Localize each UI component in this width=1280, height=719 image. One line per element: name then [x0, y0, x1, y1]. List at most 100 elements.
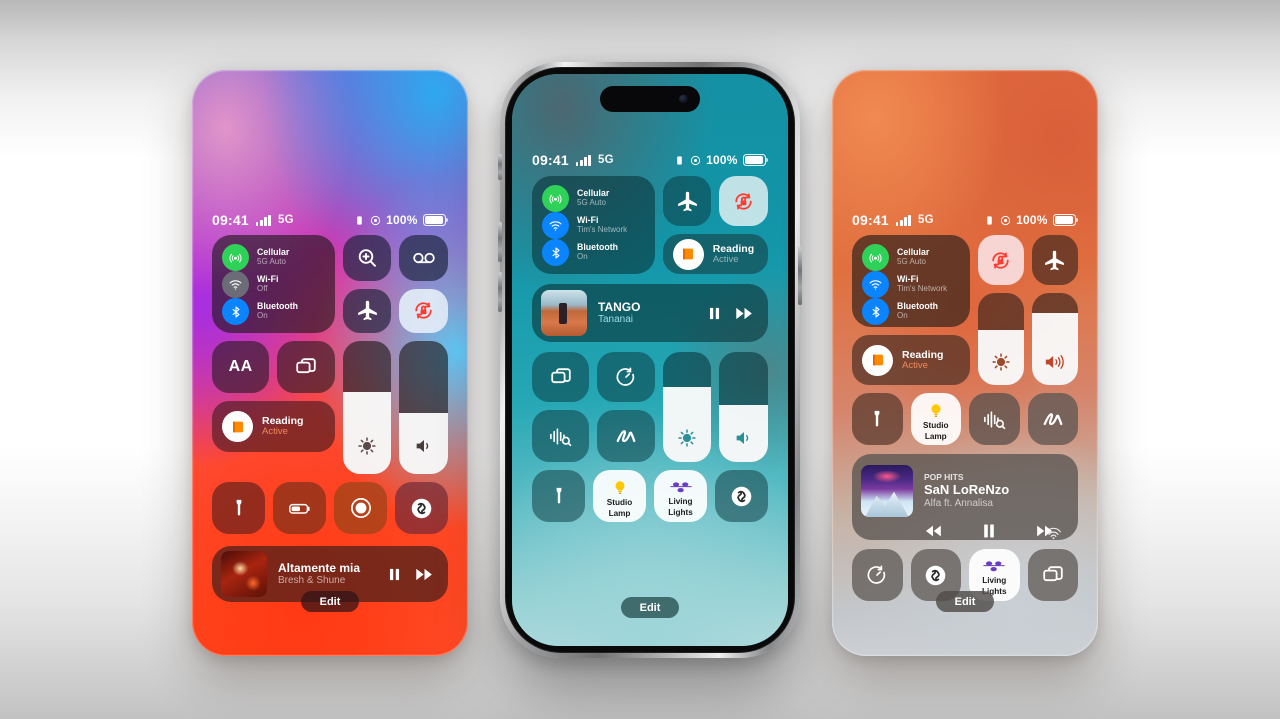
battery-percent: 100%: [706, 153, 738, 167]
focus-tile[interactable]: Reading Active: [852, 335, 970, 385]
volume-down-button[interactable]: [498, 272, 502, 312]
status-time: 09:41: [852, 212, 889, 228]
screen-mirroring-tile[interactable]: [1027, 549, 1078, 601]
pause-icon[interactable]: [980, 521, 998, 541]
screen-mirroring-icon: [296, 358, 316, 374]
edit-button[interactable]: Edit: [621, 597, 679, 618]
brightness-slider[interactable]: [342, 341, 392, 474]
screen-mirroring-tile[interactable]: [532, 352, 590, 402]
portrait-lock-icon: [677, 155, 682, 165]
brightness-slider[interactable]: [662, 352, 712, 462]
wifi-subtitle: Off: [257, 283, 268, 293]
light-strip-icon: [983, 560, 1005, 571]
wifi-row[interactable]: Wi-Fi Tim's Network: [862, 271, 960, 298]
fast-forward-icon[interactable]: [414, 564, 435, 585]
rotation-lock-icon: [415, 302, 432, 319]
connectivity-module[interactable]: Cellular 5G Auto Wi-Fi Off Bluetooth On: [212, 235, 335, 333]
battery-full-icon: [422, 214, 448, 226]
cellular-subtitle: 5G Auto: [577, 197, 606, 207]
studio-lamp-label-2: Lamp: [924, 431, 947, 441]
airplane-mode-tile[interactable]: [1031, 235, 1079, 285]
shazam-icon: [731, 486, 752, 506]
wifi-icon: [542, 212, 569, 239]
status-network: 5G: [917, 214, 934, 226]
wifi-row[interactable]: Wi-Fi Tim's Network: [542, 212, 645, 239]
media-artist: Alfa ft. Annalisa: [924, 497, 993, 509]
rotation-lock-tile[interactable]: [719, 176, 768, 226]
timer-tile[interactable]: [852, 549, 903, 601]
cellular-bars-icon: [895, 214, 911, 226]
cellular-row[interactable]: Cellular 5G Auto: [222, 244, 325, 271]
status-time: 09:41: [532, 152, 569, 168]
studio-lamp-tile[interactable]: Studio Lamp: [910, 393, 961, 445]
cellular-subtitle: 5G Auto: [257, 256, 286, 266]
flashlight-tile[interactable]: [532, 470, 585, 522]
silent-action-button[interactable]: [498, 154, 502, 180]
volume-up-button[interactable]: [498, 222, 502, 262]
screen-record-icon: [350, 498, 371, 518]
fast-forward-icon[interactable]: [734, 303, 755, 324]
power-button[interactable]: [798, 247, 802, 305]
low-power-tile[interactable]: [273, 482, 326, 534]
dynamic-island[interactable]: [600, 86, 700, 112]
quick-note-icon: [1043, 413, 1063, 426]
cellular-row[interactable]: Cellular 5G Auto: [542, 185, 645, 212]
cellular-row[interactable]: Cellular 5G Auto: [862, 244, 960, 271]
brightness-slider[interactable]: [977, 293, 1024, 385]
focus-tile[interactable]: Reading Active: [212, 401, 335, 452]
screen-record-tile[interactable]: [334, 482, 387, 534]
rotation-lock-icon: [992, 251, 1009, 269]
shazam-tile[interactable]: [395, 482, 448, 534]
quick-note-tile[interactable]: [1027, 393, 1078, 445]
text-size-tile[interactable]: AA: [212, 341, 270, 393]
bluetooth-row[interactable]: Bluetooth On: [862, 298, 960, 325]
volume-slider[interactable]: [1031, 293, 1079, 385]
phone-right: 09:41 5G 100% Cellular 5G Auto Wi-Fi Tim…: [832, 70, 1098, 656]
airplay-icon[interactable]: [1044, 522, 1063, 541]
sound-recognition-tile[interactable]: [532, 410, 590, 462]
wifi-row[interactable]: Wi-Fi Off: [222, 271, 325, 298]
bluetooth-row[interactable]: Bluetooth On: [542, 239, 645, 266]
wifi-subtitle: Tim's Network: [577, 224, 628, 234]
shazam-tile[interactable]: [715, 470, 768, 522]
volume-slider[interactable]: [719, 352, 768, 462]
quick-note-tile[interactable]: [597, 410, 655, 462]
connectivity-module[interactable]: Cellular 5G Auto Wi-Fi Tim's Network Blu…: [852, 235, 970, 327]
screen-mirroring-tile[interactable]: [277, 341, 335, 393]
rewind-icon[interactable]: [922, 521, 944, 541]
connectivity-module[interactable]: Cellular 5G Auto Wi-Fi Tim's Network Blu…: [532, 176, 655, 274]
timer-tile[interactable]: [597, 352, 655, 402]
edit-button[interactable]: Edit: [301, 591, 359, 612]
pause-icon[interactable]: [386, 566, 403, 583]
edit-button[interactable]: Edit: [936, 591, 994, 612]
studio-lamp-tile[interactable]: Studio Lamp: [593, 470, 646, 522]
airplane-mode-tile[interactable]: [342, 288, 392, 333]
media-player[interactable]: TANGO Tananai: [532, 284, 768, 342]
cellular-bars-icon: [255, 214, 271, 226]
rotation-lock-tile[interactable]: [977, 235, 1024, 285]
low-power-battery-icon: [288, 503, 310, 514]
focus-tile[interactable]: Reading Active: [662, 234, 768, 274]
pause-icon[interactable]: [706, 305, 723, 322]
flashlight-tile[interactable]: [852, 393, 903, 445]
bluetooth-icon: [542, 239, 569, 266]
album-artwork: [221, 551, 267, 597]
living-lights-tile[interactable]: Living Lights: [654, 470, 707, 522]
bluetooth-row[interactable]: Bluetooth On: [222, 298, 325, 325]
flashlight-tile[interactable]: [212, 482, 265, 534]
media-player[interactable]: POP HITS SaN LoReNzo Alfa ft. Annalisa: [852, 454, 1078, 540]
living-lights-label-1: Living: [982, 575, 1007, 585]
rotation-lock-tile[interactable]: [399, 288, 448, 333]
voicemail-tile[interactable]: [399, 235, 448, 281]
sound-recognition-tile[interactable]: [969, 393, 1020, 445]
media-kicker: POP HITS: [924, 472, 964, 483]
magnifier-tile[interactable]: [342, 235, 392, 281]
studio-lamp-label-1: Studio: [923, 420, 949, 430]
volume-icon: [416, 439, 428, 453]
volume-slider[interactable]: [399, 341, 448, 474]
bluetooth-icon: [222, 298, 249, 325]
phone-left: 09:41 5G 100% Cellular 5G Auto Wi-Fi Off…: [192, 70, 468, 656]
airplane-mode-tile[interactable]: [662, 176, 712, 226]
flashlight-icon: [874, 410, 880, 427]
shazam-icon: [925, 565, 946, 585]
